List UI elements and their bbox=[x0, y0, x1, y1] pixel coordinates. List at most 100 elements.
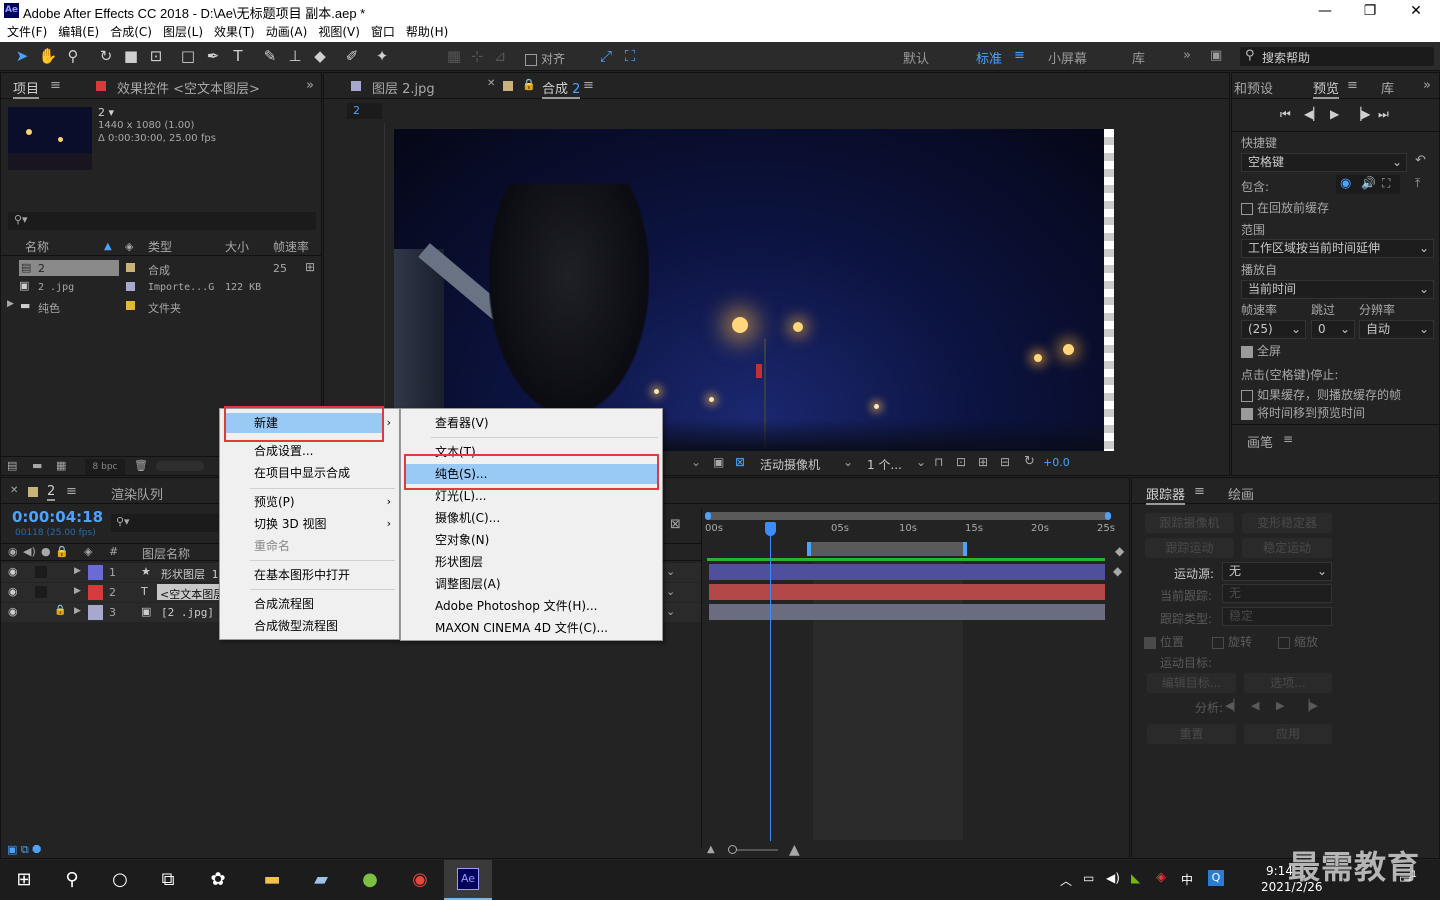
panel-overflow-icon[interactable]: » bbox=[1423, 78, 1431, 93]
dropdown-arrow-icon[interactable]: ⌄ bbox=[691, 455, 701, 469]
track-type-dropdown[interactable]: 稳定 bbox=[1222, 607, 1332, 626]
network-icon[interactable]: ▭ bbox=[1083, 871, 1094, 885]
layer-label-color[interactable] bbox=[88, 565, 103, 580]
search-icon[interactable]: ⚲ bbox=[48, 860, 96, 900]
puppet-pin-tool-icon[interactable]: ✦ bbox=[372, 46, 392, 66]
dropdown-arrow-icon[interactable]: ⌄ bbox=[666, 565, 675, 578]
show-hidden-icons[interactable]: ︿ bbox=[1060, 872, 1072, 889]
submenu-item-shape-layer[interactable]: 形状图层 bbox=[401, 551, 662, 573]
camera-dropdown[interactable]: 活动摄像机 bbox=[760, 456, 820, 473]
brush-tool-icon[interactable]: ✎ bbox=[260, 46, 280, 66]
expand-arrow-icon[interactable]: ▶ bbox=[74, 606, 81, 616]
menu-edit[interactable]: 编辑(E) bbox=[58, 22, 99, 42]
workspace-libraries[interactable]: 库 bbox=[1132, 48, 1145, 67]
maximize-button[interactable]: ❐ bbox=[1347, 0, 1393, 22]
dropdown-arrow-icon[interactable]: ⌄ bbox=[666, 605, 675, 618]
pinwheel-app-icon[interactable]: ✿ bbox=[194, 860, 242, 900]
help-search-input[interactable]: ⚲ 搜索帮助 bbox=[1240, 47, 1434, 66]
track-camera-button[interactable]: 跟踪摄像机 bbox=[1145, 513, 1234, 533]
list-item[interactable]: ▤ 2 合成 25 ⊞ bbox=[1, 259, 321, 278]
security-shield-icon[interactable]: ◈ bbox=[1156, 870, 1166, 885]
fullscreen-checkbox[interactable]: 全屏 bbox=[1241, 342, 1281, 359]
green-app-icon[interactable]: ● bbox=[346, 860, 394, 900]
timeline-menu-icon[interactable]: ≡ bbox=[66, 484, 77, 499]
cache-icon[interactable]: ⤒ bbox=[1415, 176, 1420, 191]
menu-effect[interactable]: 效果(T) bbox=[214, 22, 255, 42]
visibility-eye-icon[interactable]: ◉ bbox=[8, 565, 18, 578]
project-search-input[interactable]: ⚲▾ bbox=[8, 212, 316, 230]
playhead[interactable] bbox=[770, 526, 771, 841]
overlays-icon[interactable]: ⛶ bbox=[1382, 176, 1390, 191]
tab-layer-viewer[interactable]: 图层 2.jpg bbox=[372, 78, 435, 97]
tab-project[interactable]: 项目 bbox=[13, 78, 40, 99]
shortcut-dropdown[interactable]: 空格键 ⌄ bbox=[1241, 153, 1407, 172]
first-frame-icon[interactable]: ⏮ bbox=[1280, 107, 1291, 122]
lock-icon[interactable]: 🔒 bbox=[522, 78, 536, 91]
layer-bar-footage[interactable] bbox=[709, 604, 1105, 620]
video-eye-icon[interactable]: ◉ bbox=[1340, 176, 1351, 191]
tab-timeline-comp[interactable]: 2 bbox=[47, 484, 56, 501]
current-timecode[interactable]: 0:00:04:18 bbox=[12, 508, 103, 526]
motion-source-dropdown[interactable]: 无 ⌄ bbox=[1222, 562, 1332, 581]
play-icon[interactable]: ▶ bbox=[1330, 107, 1339, 121]
current-track-dropdown[interactable]: 无 bbox=[1222, 584, 1332, 603]
tab-paint[interactable]: 绘画 bbox=[1228, 484, 1254, 503]
selected-item-name[interactable]: 2 ▾ bbox=[98, 106, 114, 119]
stabilize-motion-button[interactable]: 稳定运动 bbox=[1242, 538, 1332, 558]
rotate-tool-icon[interactable]: ↻ bbox=[96, 46, 116, 66]
composition-frame[interactable] bbox=[394, 129, 1114, 451]
snap-edge-icon[interactable]: ⤢ bbox=[596, 46, 616, 66]
input-method-indicator[interactable]: 中 bbox=[1181, 871, 1193, 888]
task-view-icon[interactable]: ⧉ bbox=[144, 860, 192, 900]
file-explorer-icon[interactable]: ▬ bbox=[248, 860, 296, 900]
reset-icon[interactable]: ↶ bbox=[1415, 153, 1426, 168]
workspace-default[interactable]: 默认 bbox=[903, 48, 929, 67]
sync-settings-icon[interactable]: ▣ bbox=[1210, 48, 1222, 63]
exposure-value[interactable]: +0.0 bbox=[1043, 456, 1070, 469]
close-tab-icon[interactable]: ✕ bbox=[487, 78, 495, 89]
notification-center-icon[interactable]: ▭1 bbox=[1399, 870, 1417, 886]
qq-icon[interactable]: Q bbox=[1208, 870, 1224, 886]
layer-label-color[interactable] bbox=[88, 605, 103, 620]
lock-icon[interactable]: 🔒 bbox=[54, 605, 66, 616]
expand-arrow-icon[interactable]: ▶ bbox=[7, 299, 14, 309]
analyze-forward-frame-icon[interactable]: ▕▶ bbox=[1301, 699, 1318, 712]
workspace-small-screen[interactable]: 小屏幕 bbox=[1048, 48, 1087, 67]
edit-target-button[interactable]: 编辑目标... bbox=[1147, 673, 1236, 693]
interpret-footage-icon[interactable]: ▤ bbox=[7, 459, 17, 472]
views-dropdown[interactable]: 1 个... bbox=[867, 456, 902, 473]
range-dropdown[interactable]: 工作区域按当前时间延伸 ⌄ bbox=[1241, 239, 1434, 258]
tab-preview[interactable]: 预览 bbox=[1313, 78, 1340, 99]
submenu-item-photoshop-file[interactable]: Adobe Photoshop 文件(H)... bbox=[401, 595, 662, 617]
lock-icon[interactable]: 🔒 bbox=[55, 545, 69, 558]
pan-behind-tool-icon[interactable]: ⊡ bbox=[146, 46, 166, 66]
tab-composition-viewer[interactable]: 合成 2 bbox=[542, 78, 581, 99]
list-item[interactable]: ▶ ▬ 纯色 文件夹 bbox=[1, 297, 321, 316]
menu-composition[interactable]: 合成(C) bbox=[110, 22, 152, 42]
flowchart-icon[interactable]: ⊞ bbox=[305, 260, 315, 274]
last-frame-icon[interactable]: ⏭ bbox=[1378, 107, 1389, 122]
menu-view[interactable]: 视图(V) bbox=[318, 22, 360, 42]
chrome-icon[interactable]: ◉ bbox=[396, 860, 444, 900]
menu-file[interactable]: 文件(F) bbox=[7, 22, 47, 42]
column-name[interactable]: 名称 bbox=[25, 238, 49, 256]
menu-item-switch-3d-view[interactable]: 切换 3D 视图 › bbox=[220, 513, 399, 535]
workspace-standard[interactable]: 标准 bbox=[976, 48, 1002, 67]
toggle-pixel-aspect-icon[interactable]: ⊓ bbox=[934, 455, 943, 469]
submenu-item-camera[interactable]: 摄像机(C)... bbox=[401, 507, 662, 529]
menu-animation[interactable]: 动画(A) bbox=[266, 22, 308, 42]
time-navigator[interactable] bbox=[705, 512, 1111, 520]
bit-depth-button[interactable]: 8 bpc bbox=[85, 459, 125, 475]
layer-label-color[interactable] bbox=[88, 585, 103, 600]
dropdown-arrow-icon[interactable]: ⌄ bbox=[916, 455, 926, 469]
menu-item-comp-flowchart[interactable]: 合成流程图 bbox=[220, 593, 399, 615]
cortana-icon[interactable]: ○ bbox=[96, 860, 144, 900]
layer-bar-shape[interactable] bbox=[709, 564, 1105, 580]
eraser-tool-icon[interactable]: ◆ bbox=[310, 46, 330, 66]
menu-window[interactable]: 窗口 bbox=[371, 22, 395, 42]
new-folder-icon[interactable]: ▬ bbox=[32, 459, 42, 472]
local-axis-icon[interactable]: ▦ bbox=[444, 46, 464, 66]
video-eye-icon[interactable]: ◉ bbox=[8, 545, 18, 558]
transparency-grid-icon[interactable]: ⊠ bbox=[735, 455, 745, 469]
composition-breadcrumb[interactable]: 2 bbox=[347, 103, 382, 119]
